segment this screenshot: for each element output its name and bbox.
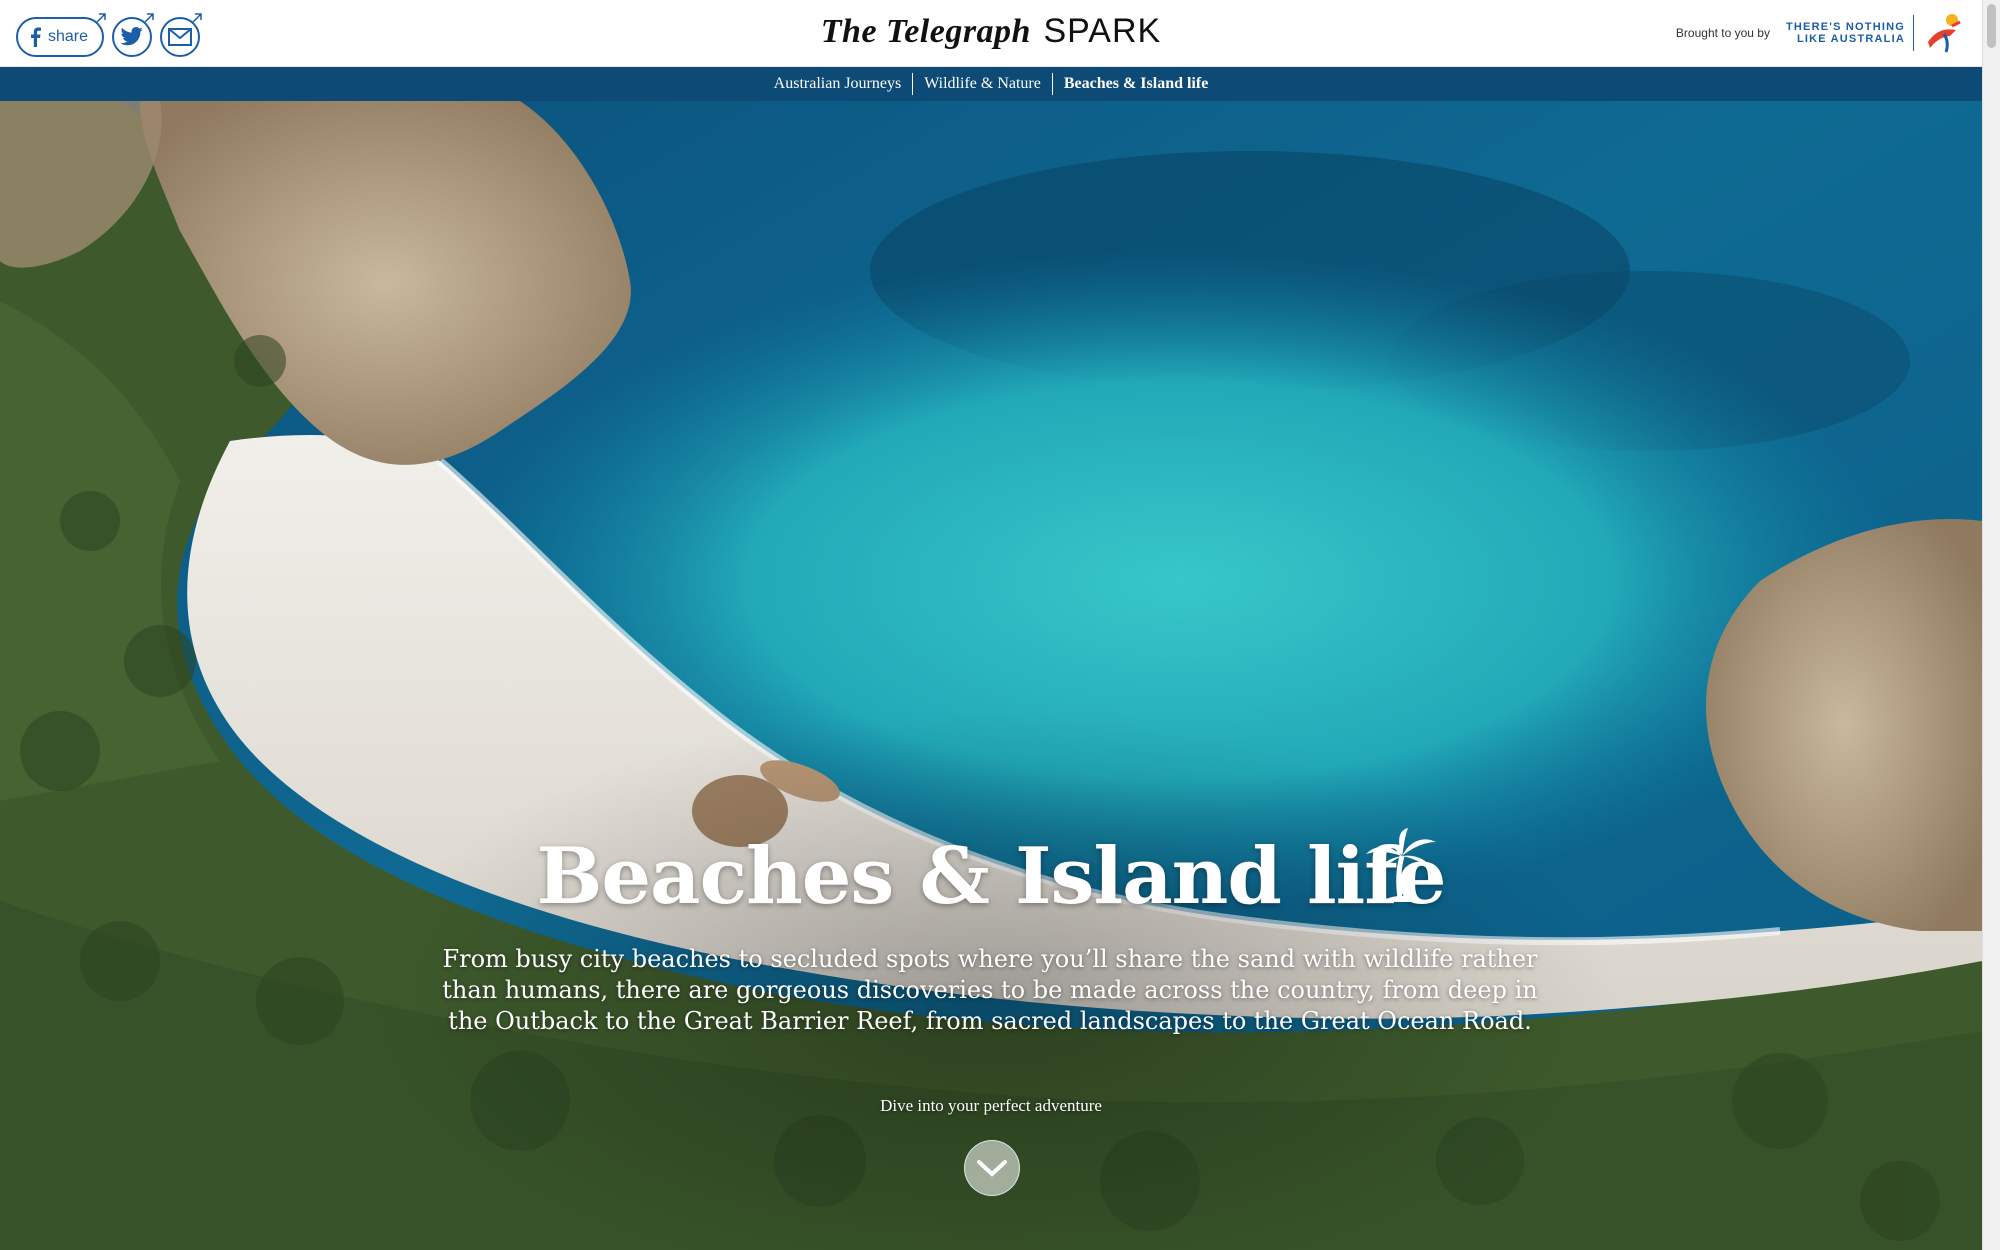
- page-scrollbar[interactable]: [1982, 0, 2000, 1250]
- telegraph-wordmark: The Telegraph: [820, 13, 1031, 50]
- hero-description: From busy city beaches to secluded spots…: [442, 945, 1538, 1035]
- page-title: Beaches & Island life: [536, 831, 1447, 922]
- tourism-australia-logo[interactable]: THERE'S NOTHING LIKE AUSTRALIA: [1786, 12, 1966, 54]
- sponsor-block: Brought to you by THERE'S NOTHING LIKE A…: [1676, 12, 1966, 54]
- nav-item-australian-journeys[interactable]: Australian Journeys: [763, 73, 913, 95]
- sponsor-divider: [1913, 15, 1914, 51]
- section-nav: Australian Journeys Wildlife & Nature Be…: [0, 67, 1982, 101]
- nav-item-wildlife-nature[interactable]: Wildlife & Nature: [913, 73, 1052, 95]
- scrollbar-thumb[interactable]: [1987, 4, 1996, 48]
- hero-cta-text: Dive into your perfect adventure: [880, 1096, 1102, 1115]
- palm-tree-icon: [1366, 828, 1436, 902]
- kangaroo-icon: [1928, 14, 1961, 53]
- sponsor-tagline: THERE'S NOTHING LIKE AUSTRALIA: [1786, 21, 1905, 45]
- sponsor-lead-text: Brought to you by: [1675, 26, 1770, 40]
- spark-wordmark: SPARK: [1043, 12, 1162, 50]
- scroll-down-button[interactable]: [964, 1140, 1020, 1196]
- sponsor-tagline-line1: THERE'S NOTHING: [1785, 21, 1905, 33]
- chevron-down-icon: [977, 1160, 1007, 1177]
- nav-item-beaches-island-life[interactable]: Beaches & Island life: [1053, 73, 1219, 95]
- sponsor-tagline-line2: LIKE AUSTRALIA: [1796, 33, 1905, 45]
- hero-section: Beaches & Island life From busy city bea…: [0, 101, 1982, 1250]
- hero-overlay: [0, 101, 1982, 1250]
- site-header: share The Telegraph SPARK Brought to you…: [0, 0, 1982, 67]
